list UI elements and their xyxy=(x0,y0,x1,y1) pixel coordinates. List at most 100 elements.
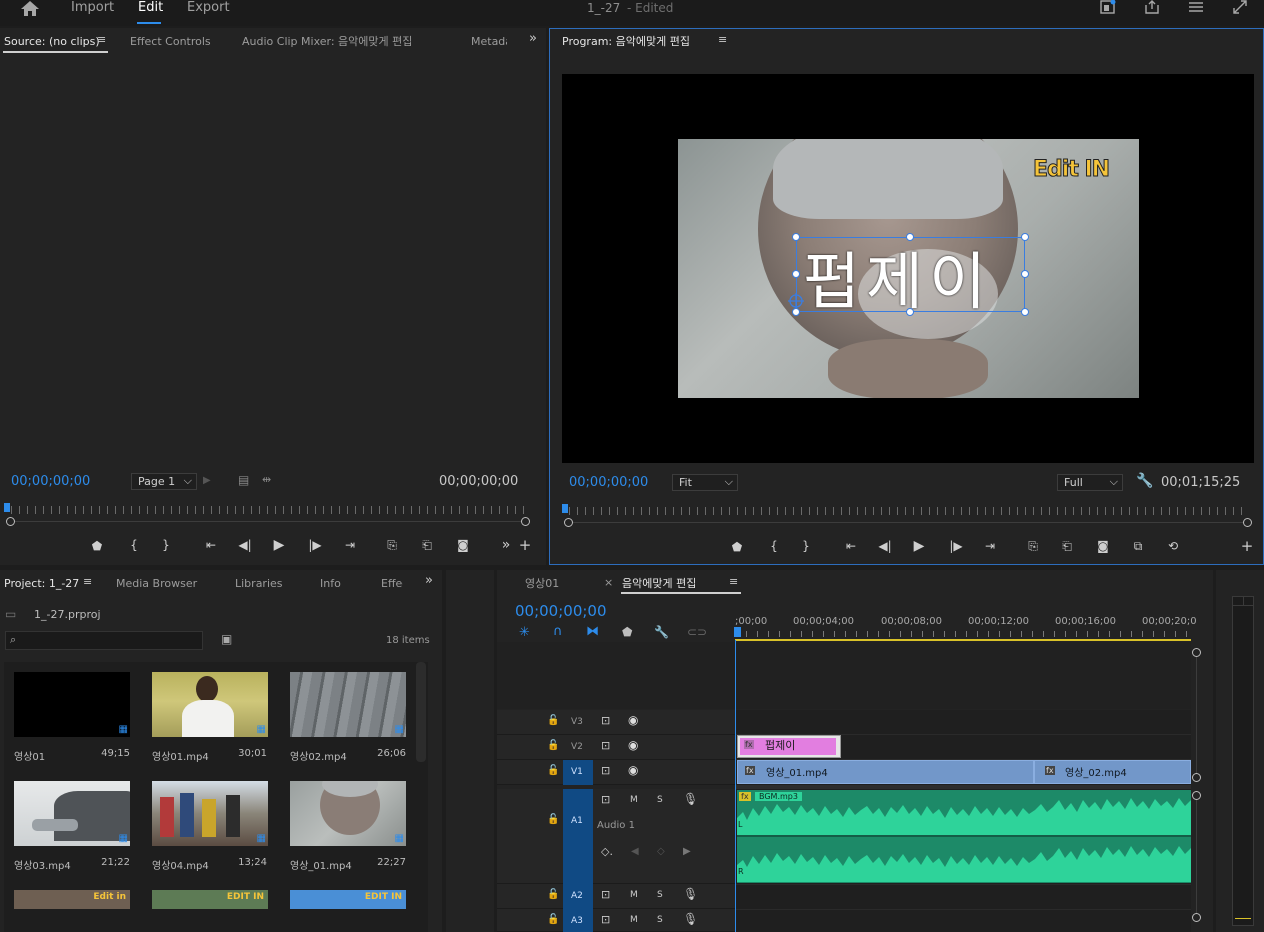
tab-libraries[interactable]: Libraries xyxy=(235,577,283,590)
mute-button[interactable]: M xyxy=(630,795,638,805)
snap-icon[interactable]: ∩ xyxy=(553,624,563,639)
sync-lock-icon[interactable]: ⊡ xyxy=(601,739,610,752)
transform-handle[interactable] xyxy=(792,233,800,241)
tab-menu-icon[interactable]: ≡ xyxy=(83,575,92,588)
lock-icon[interactable]: 🔓 xyxy=(547,889,559,900)
go-to-out-icon[interactable]: ⇥ xyxy=(981,539,999,553)
vr-view-icon[interactable]: ⟲ xyxy=(1164,539,1182,553)
lift-icon[interactable]: ⎘ xyxy=(1024,539,1042,554)
go-to-in-icon[interactable]: ⇤ xyxy=(202,538,220,552)
tab-info[interactable]: Info xyxy=(320,577,341,590)
transform-box[interactable] xyxy=(796,237,1025,312)
lock-icon[interactable]: 🔓 xyxy=(547,715,559,726)
new-bin-icon[interactable]: ▣ xyxy=(221,632,232,646)
scroll-handle[interactable] xyxy=(1192,791,1201,800)
more-buttons-icon[interactable]: » xyxy=(497,537,515,553)
extract-icon[interactable]: ⎗ xyxy=(1058,539,1076,554)
marker-icon[interactable]: ⬟ xyxy=(728,540,746,554)
tab-menu-icon[interactable]: ≡ xyxy=(729,575,738,588)
tab-project[interactable]: Project: 1_-27 xyxy=(4,577,79,590)
video-clip[interactable]: fx 영상_01.mp4 xyxy=(737,760,1034,784)
fullscreen-icon[interactable] xyxy=(1232,0,1248,14)
tab-menu-icon[interactable]: ≡ xyxy=(718,33,727,46)
thumbnail[interactable]: ▦ xyxy=(290,672,406,737)
program-timecode[interactable]: 00;00;00;00 xyxy=(569,475,648,490)
eye-icon[interactable]: ◉ xyxy=(628,713,638,727)
play-icon[interactable]: ▶ xyxy=(910,538,928,554)
program-monitor[interactable]: Edit IN 펍제이 xyxy=(562,74,1254,463)
microphone-icon[interactable]: 🎙 xyxy=(683,792,698,806)
mark-out-icon[interactable]: } xyxy=(157,538,175,552)
captions-icon[interactable]: ⊂⊃ xyxy=(687,625,707,639)
scroll-handle[interactable] xyxy=(1192,648,1201,657)
mute-button[interactable]: M xyxy=(630,890,638,900)
lock-icon[interactable]: 🔓 xyxy=(547,765,559,776)
quick-export-icon[interactable] xyxy=(1100,0,1116,14)
mark-in-icon[interactable]: { xyxy=(765,539,783,553)
mark-in-icon[interactable]: { xyxy=(125,538,143,552)
sync-lock-icon[interactable]: ⊡ xyxy=(601,888,610,901)
sync-lock-icon[interactable]: ⊡ xyxy=(601,714,610,727)
scroll-handle[interactable] xyxy=(1192,773,1201,782)
camera-icon[interactable]: ◙ xyxy=(454,538,472,552)
playhead-icon[interactable] xyxy=(734,627,741,637)
lock-icon[interactable]: 🔓 xyxy=(547,814,559,825)
scroll-handle[interactable] xyxy=(1192,913,1201,922)
anchor-point-icon[interactable] xyxy=(788,293,804,309)
step-forward-icon[interactable]: |▶ xyxy=(947,539,965,553)
transform-handle[interactable] xyxy=(1021,308,1029,316)
program-title[interactable]: Program: 음악에맞게 편집 xyxy=(562,33,690,49)
title-clip[interactable]: fx 펍제이 xyxy=(737,735,841,758)
tab-effects[interactable]: Effects xyxy=(381,577,403,590)
eye-icon[interactable]: ◉ xyxy=(628,763,638,777)
transform-handle[interactable] xyxy=(792,308,800,316)
timeline-timecode[interactable]: 00;00;00;00 xyxy=(515,602,607,620)
thumbnail[interactable]: ▦ xyxy=(290,781,406,846)
thumbnail[interactable]: Edit in xyxy=(14,890,130,909)
thumbnail[interactable]: ▦ xyxy=(14,781,130,846)
transform-handle[interactable] xyxy=(1021,270,1029,278)
tab-source[interactable]: Source: (no clips) xyxy=(4,35,100,48)
nav-import[interactable]: Import xyxy=(71,0,114,15)
go-to-out-icon[interactable]: ⇥ xyxy=(341,538,359,552)
tab-metadata[interactable]: Metadata xyxy=(471,35,507,48)
overwrite-icon[interactable]: ⎗ xyxy=(418,538,436,553)
add-button-icon[interactable]: + xyxy=(516,536,534,554)
playhead-icon[interactable] xyxy=(562,504,568,513)
step-back-icon[interactable]: ◀| xyxy=(876,539,894,553)
transform-handle[interactable] xyxy=(906,233,914,241)
add-keyframe-icon[interactable]: ◇ xyxy=(657,846,665,857)
sync-lock-icon[interactable]: ⊡ xyxy=(601,793,610,806)
settings-grid-icon[interactable]: ▤ xyxy=(238,473,249,487)
audio-clip[interactable]: fx BGM.mp3 L R xyxy=(737,790,1191,883)
microphone-icon[interactable]: 🎙 xyxy=(683,912,698,926)
solo-button[interactable]: S xyxy=(657,890,663,900)
fit-select[interactable]: Fit ⌵ xyxy=(672,474,738,491)
insert-icon[interactable]: ⎘ xyxy=(383,538,401,553)
solo-button[interactable]: S xyxy=(657,795,663,805)
tab-media-browser[interactable]: Media Browser xyxy=(116,577,197,590)
home-icon[interactable] xyxy=(20,0,40,16)
tab-sequence-1[interactable]: 영상01 xyxy=(525,575,559,591)
camera-icon[interactable]: ◙ xyxy=(1094,539,1112,553)
nest-icon[interactable]: ✳ xyxy=(519,625,530,640)
marker-icon[interactable]: ⬟ xyxy=(88,539,106,553)
mute-button[interactable]: M xyxy=(630,915,638,925)
solo-button[interactable]: S xyxy=(657,915,663,925)
source-timecode[interactable]: 00;00;00;00 xyxy=(11,474,90,489)
page-select[interactable]: Page 1 ⌵ xyxy=(131,473,197,490)
lock-icon[interactable]: 🔓 xyxy=(547,914,559,925)
add-marker-icon[interactable]: ⬟ xyxy=(622,625,632,639)
thumbnail[interactable]: EDIT IN xyxy=(290,890,406,909)
transform-handle[interactable] xyxy=(1021,233,1029,241)
program-ruler[interactable] xyxy=(569,507,1247,515)
microphone-icon[interactable]: 🎙 xyxy=(683,887,698,901)
transform-handle[interactable] xyxy=(906,308,914,316)
playhead-line[interactable] xyxy=(735,640,736,932)
drag-audio-icon[interactable]: ⇹ xyxy=(262,473,271,486)
playhead-icon[interactable] xyxy=(4,503,10,512)
wrench-icon[interactable]: 🔧 xyxy=(654,625,669,639)
workspaces-icon[interactable] xyxy=(1188,0,1204,14)
search-input[interactable]: ⌕ xyxy=(5,631,203,650)
zoom-handle-left[interactable] xyxy=(564,518,573,527)
